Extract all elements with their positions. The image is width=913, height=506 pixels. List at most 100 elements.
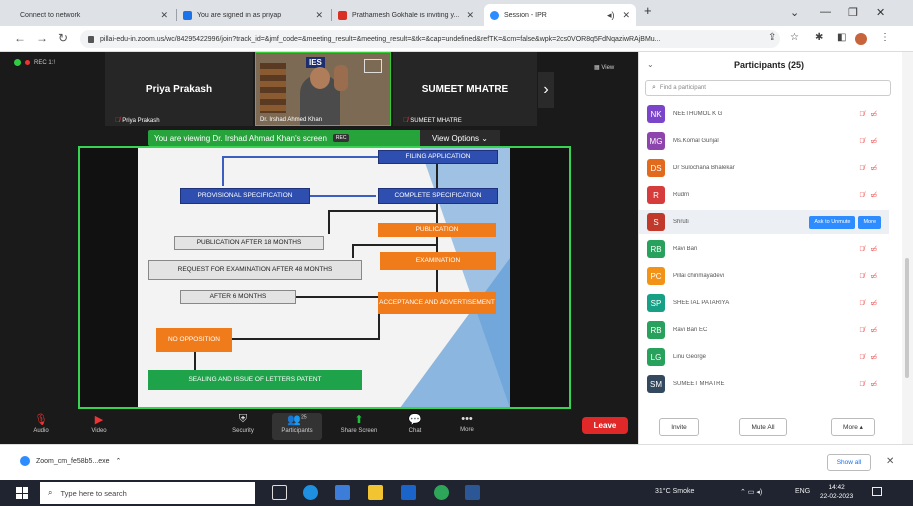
menu-dots-icon[interactable]: ⋮ bbox=[880, 32, 890, 43]
acceptance-box: ACCEPTANCE AND ADVERTISEMENT bbox=[378, 292, 496, 314]
flow-arrow bbox=[222, 156, 378, 158]
speaker-icon[interactable]: ◂) bbox=[607, 10, 615, 21]
chevron-up-icon[interactable]: ⌃ bbox=[116, 457, 122, 465]
participant-row[interactable]: SP SHEETAL PATARIYA 🎙̸ ▭̸ bbox=[639, 291, 889, 315]
window-close-button[interactable]: ✕ bbox=[876, 6, 885, 19]
participant-name: NEETHUMOL K G bbox=[673, 111, 723, 117]
extensions-icon[interactable]: ✱ bbox=[815, 32, 823, 43]
participant-name: Rudrri bbox=[673, 192, 690, 198]
flow-arrow bbox=[328, 210, 330, 234]
url-input[interactable]: pillai-edu-in.zoom.us/wc/84295422996/joi… bbox=[80, 30, 780, 48]
participant-name: Linu George bbox=[673, 354, 707, 360]
chrome-icon[interactable] bbox=[434, 485, 449, 500]
tab-search-icon[interactable]: ⌄ bbox=[790, 6, 799, 19]
share-icon[interactable]: ⇪ bbox=[768, 32, 776, 43]
chat-button[interactable]: 💬 Chat bbox=[390, 413, 440, 434]
participant-tile-sumeet[interactable]: SUMEET MHATRE 🎙̸ SUMEET MHATRE bbox=[393, 52, 537, 126]
reload-icon[interactable]: ↻ bbox=[58, 31, 68, 45]
participant-row[interactable]: RB Ravi Bari EC 🎙̸ ▭̸ bbox=[639, 318, 889, 342]
close-icon[interactable]: ✕ bbox=[466, 10, 474, 21]
tile-name: Priya Prakash bbox=[145, 84, 213, 95]
maximize-button[interactable]: ❐ bbox=[848, 6, 858, 19]
patent-flowchart-slide: FILING APPLICATION PROVISIONAL SPECIFICA… bbox=[138, 148, 510, 407]
ask-to-unmute-button[interactable]: Ask to Unmute bbox=[809, 215, 856, 229]
notifications-icon[interactable] bbox=[872, 487, 882, 496]
system-clock[interactable]: 14:42 22-02-2023 bbox=[820, 483, 853, 501]
participant-row[interactable]: SM SUMEET MHATRE 🎙̸ ▭̸ bbox=[639, 372, 889, 396]
task-view-icon[interactable] bbox=[272, 485, 287, 500]
flow-arrow bbox=[222, 156, 224, 186]
bookmark-star-icon[interactable]: ☆ bbox=[790, 32, 799, 43]
meeting-area: REC 1:! ▦ View Priya Prakash 🎙̸ Priya Pra… bbox=[0, 52, 638, 444]
close-icon[interactable]: ✕ bbox=[622, 10, 630, 21]
back-icon[interactable]: ← bbox=[14, 31, 26, 45]
participant-row[interactable]: DS Dr Sulochana Bhalekar 🎙̸ ▭̸ bbox=[639, 156, 889, 180]
tile-label: 🎙̸ SUMEET MHATRE bbox=[403, 117, 462, 124]
participant-row[interactable]: S Shruti Ask to Unmute More bbox=[639, 210, 889, 234]
audio-button[interactable]: 🎙 Audio bbox=[16, 413, 66, 434]
tab-signed-in[interactable]: You are signed in as priyap ✕ bbox=[177, 4, 329, 26]
participant-row[interactable]: MG Ms.Komal Gunjal 🎙̸ ▭̸ bbox=[639, 129, 889, 153]
participant-tile-priya[interactable]: Priya Prakash 🎙̸ Priya Prakash bbox=[105, 52, 253, 126]
participant-row[interactable]: R Rudrri 🎙̸ ▭̸ bbox=[639, 183, 889, 207]
participant-row[interactable]: LG Linu George 🎙̸ ▭̸ bbox=[639, 345, 889, 369]
zoom-favicon-icon bbox=[490, 10, 499, 20]
store-icon[interactable] bbox=[401, 485, 416, 500]
participant-search-input[interactable]: ⌕ Find a participant bbox=[645, 80, 891, 96]
participant-row[interactable]: PC Pillai chinmayadevi 🎙̸ ▭̸ bbox=[639, 264, 889, 288]
minimize-button[interactable]: — bbox=[820, 6, 831, 18]
muted-mic-icon: 🎙̸ ▭̸ bbox=[859, 381, 879, 388]
zoom-favicon-icon bbox=[183, 10, 192, 20]
edge-icon[interactable] bbox=[303, 485, 318, 500]
taskbar-search-input[interactable]: ⌕ Type here to search bbox=[40, 482, 255, 504]
invite-button[interactable]: Invite bbox=[659, 418, 699, 436]
next-page-arrow-icon[interactable]: › bbox=[538, 72, 554, 108]
close-icon[interactable]: ✕ bbox=[886, 456, 894, 467]
participant-tile-speaker[interactable]: IES Dr. Irshad Ahmed Khan bbox=[255, 52, 391, 126]
muted-mic-icon: 🎙̸ bbox=[403, 117, 409, 124]
participants-panel: ⌄ Participants (25) ⌕ Find a participant… bbox=[638, 52, 898, 444]
participant-more-button[interactable]: More bbox=[858, 215, 881, 229]
windows-start-icon[interactable] bbox=[16, 487, 28, 499]
sidebar-icon[interactable]: ◧ bbox=[837, 32, 846, 43]
panel-more-button[interactable]: More ▴ bbox=[831, 418, 875, 436]
more-button[interactable]: ••• More bbox=[442, 413, 492, 433]
language-indicator[interactable]: ENG bbox=[795, 488, 810, 495]
muted-mic-icon: 🎙̸ ▭̸ bbox=[859, 273, 879, 280]
file-explorer-icon[interactable] bbox=[368, 485, 383, 500]
avatar: PC bbox=[647, 267, 665, 285]
system-tray-icons[interactable]: ⌃ ▭ ◂) bbox=[740, 488, 762, 496]
participant-row[interactable]: NK NEETHUMOL K G 🎙̸ ▭̸ bbox=[639, 102, 889, 126]
downloads-bar: Zoom_cm_fe58b5...exe ⌃ Show all ✕ bbox=[0, 444, 913, 480]
participants-button[interactable]: 👥25 Participants bbox=[272, 413, 322, 440]
participant-row[interactable]: RB Ravi Bari 🎙̸ ▭̸ bbox=[639, 237, 889, 261]
scrollbar-thumb[interactable] bbox=[905, 258, 909, 378]
tab-connect-network[interactable]: Connect to network ✕ bbox=[14, 4, 174, 26]
security-button[interactable]: ⛨ Security bbox=[218, 413, 268, 434]
download-item[interactable]: Zoom_cm_fe58b5...exe ⌃ bbox=[20, 456, 121, 466]
view-options-dropdown[interactable]: View Options ⌄ bbox=[420, 130, 500, 146]
view-button[interactable]: ▦ View bbox=[594, 64, 614, 71]
show-all-button[interactable]: Show all bbox=[827, 454, 871, 471]
close-icon[interactable]: ✕ bbox=[315, 10, 323, 21]
forward-icon[interactable]: → bbox=[36, 31, 48, 45]
speaker-head-image bbox=[310, 67, 330, 89]
weather-widget[interactable]: 31°C Smoke bbox=[655, 488, 694, 495]
mail-icon[interactable] bbox=[335, 485, 350, 500]
flow-arrow bbox=[378, 314, 380, 340]
participant-name: SUMEET MHATRE bbox=[673, 381, 725, 387]
video-button[interactable]: ▶ Video bbox=[74, 413, 124, 434]
close-icon[interactable]: ✕ bbox=[160, 10, 168, 21]
tab-session-ipr[interactable]: Session - IPR ◂) ✕ bbox=[484, 4, 636, 26]
profile-avatar[interactable] bbox=[855, 33, 867, 45]
share-screen-button[interactable]: ⬆ Share Screen bbox=[334, 413, 384, 434]
participant-name: Pillai chinmayadevi bbox=[673, 273, 725, 279]
new-tab-button[interactable]: + bbox=[644, 3, 652, 18]
word-icon[interactable] bbox=[465, 485, 480, 500]
participant-name: Dr Sulochana Bhalekar bbox=[673, 165, 735, 171]
flow-arrow bbox=[310, 195, 376, 197]
mute-all-button[interactable]: Mute All bbox=[739, 418, 787, 436]
tab-invite[interactable]: Prathamesh Gokhale is inviting y... ✕ bbox=[332, 4, 480, 26]
panel-scrollbar[interactable] bbox=[902, 52, 913, 444]
leave-button[interactable]: Leave bbox=[582, 417, 628, 434]
